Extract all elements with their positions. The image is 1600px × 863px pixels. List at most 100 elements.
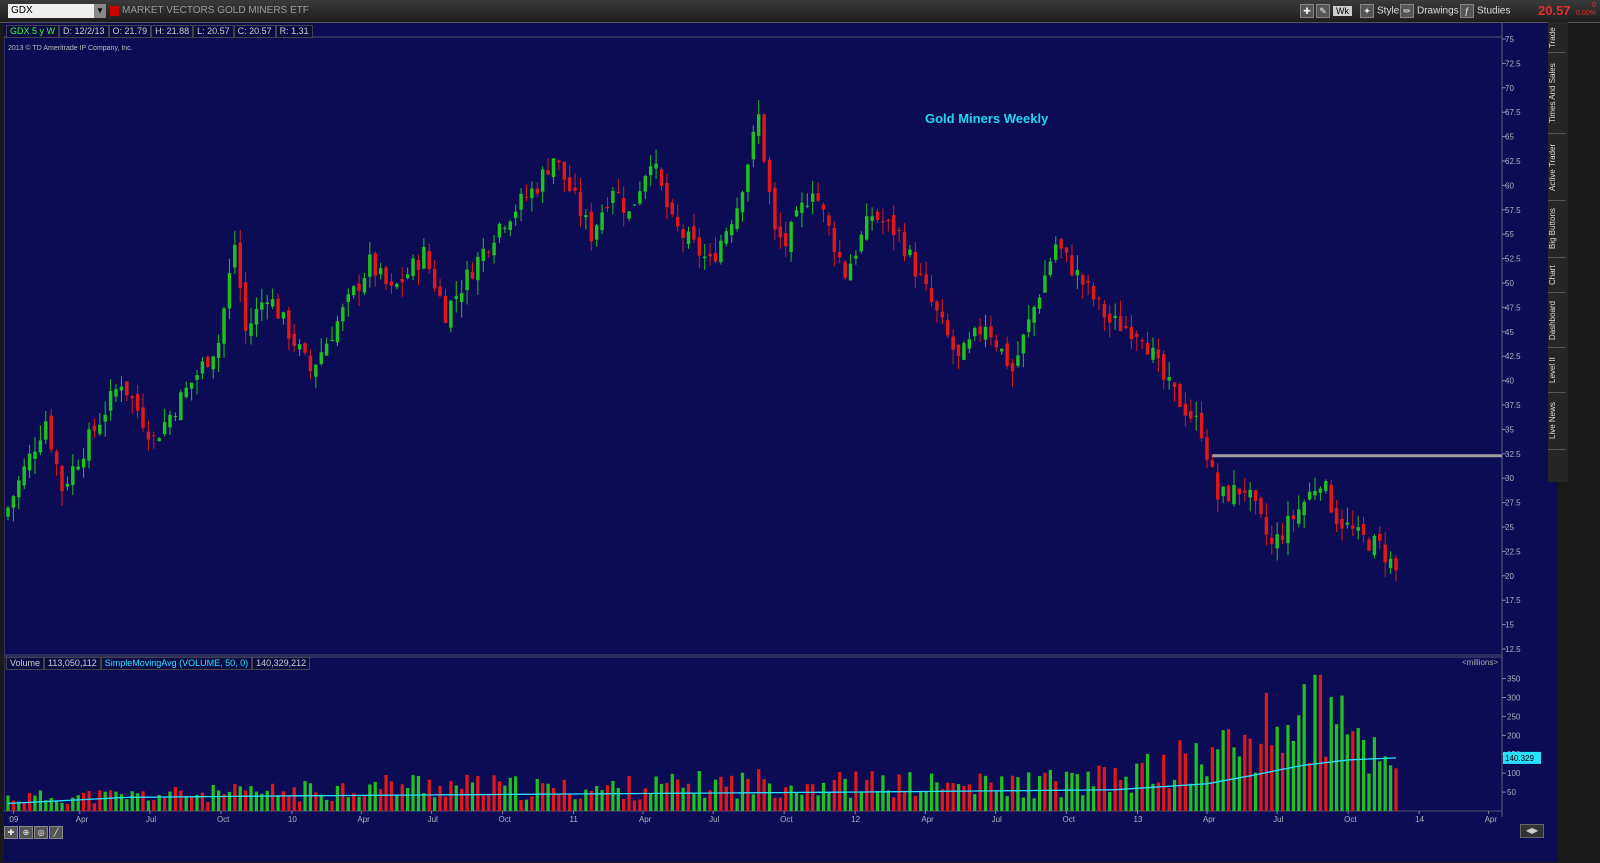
candle-body xyxy=(702,256,707,259)
sma-label[interactable]: SimpleMovingAvg (VOLUME, 50, 0) xyxy=(100,657,253,670)
x-tick-label: Jul xyxy=(709,815,719,824)
volume-bar xyxy=(141,791,145,811)
candlestick xyxy=(411,254,415,280)
candlestick xyxy=(1010,359,1015,387)
studies-button[interactable]: ƒ Studies xyxy=(1460,4,1510,18)
candlestick xyxy=(1097,296,1101,310)
candlestick xyxy=(659,167,664,191)
candlestick xyxy=(870,207,874,231)
side-tab-level-ii[interactable]: Level II xyxy=(1548,348,1566,393)
candle-body xyxy=(179,392,183,421)
candlestick xyxy=(44,410,48,445)
candlestick xyxy=(951,329,955,365)
side-tab-big-buttons[interactable]: Big Buttons xyxy=(1548,201,1566,258)
symbol-input[interactable]: GDX xyxy=(8,4,98,18)
scroll-buttons[interactable]: ◀▶ xyxy=(1520,824,1544,838)
volume-bar xyxy=(1221,730,1225,811)
price-tick-label: 70 xyxy=(1505,84,1514,93)
style-button[interactable]: ✦ Style xyxy=(1360,4,1399,18)
volume-bar xyxy=(49,797,53,811)
crosshair-tool-button[interactable]: ✚ xyxy=(1300,4,1317,18)
side-tab-active-trader[interactable]: Active Trader xyxy=(1548,134,1566,201)
candlestick xyxy=(1070,244,1074,277)
candlestick xyxy=(11,494,16,522)
side-tab-dashboard[interactable]: Dashboard xyxy=(1548,293,1566,348)
candlestick xyxy=(1334,500,1339,532)
candle-body xyxy=(216,342,221,358)
candlestick xyxy=(751,125,756,168)
candle-body xyxy=(1372,535,1377,556)
magnifier-icon[interactable]: ◎ xyxy=(34,826,48,839)
candlestick xyxy=(1054,236,1058,263)
brush-icon: ✦ xyxy=(1360,4,1374,18)
volume-bar xyxy=(1097,765,1101,811)
candlestick xyxy=(513,204,518,226)
candlestick xyxy=(762,113,766,164)
candlestick xyxy=(6,505,10,521)
volume-bar xyxy=(217,790,221,811)
volume-bar xyxy=(649,793,653,811)
side-tab-live-news[interactable]: Live News xyxy=(1548,393,1566,450)
volume-bar xyxy=(130,791,134,811)
candle-body xyxy=(567,177,572,192)
candle-body xyxy=(724,231,729,244)
candle-body xyxy=(1135,333,1139,337)
volume-bar xyxy=(973,794,977,811)
candlestick xyxy=(368,242,372,288)
candlestick xyxy=(211,355,215,379)
chart-area[interactable]: 75 72.5 70 67.5 65 62.5 60 57.5 55 52.5 50 47.5 45 42… xyxy=(4,23,1558,862)
volume-bar xyxy=(146,800,151,811)
pencil-tool-button[interactable]: ✎ xyxy=(1316,4,1333,18)
candle-body xyxy=(314,364,318,377)
candlestick xyxy=(800,192,804,228)
candle-body xyxy=(1162,354,1166,380)
price-tick-label: 15 xyxy=(1505,621,1514,630)
candlestick xyxy=(881,208,885,235)
volume-bar xyxy=(1178,740,1182,811)
drawings-button[interactable]: ✏ Drawings xyxy=(1400,4,1459,18)
candlestick xyxy=(746,163,750,202)
candle-body xyxy=(130,396,134,399)
volume-bar xyxy=(541,783,545,811)
side-tab-chart[interactable]: Chart xyxy=(1548,258,1566,293)
pan-icon[interactable]: ✚ xyxy=(4,826,18,839)
candlestick xyxy=(1367,536,1371,552)
candlestick xyxy=(130,394,134,414)
candle-body xyxy=(854,255,858,259)
bar-date: D: 12/2/13 xyxy=(59,25,109,38)
candle-body xyxy=(303,343,307,353)
volume-bar xyxy=(1243,734,1247,811)
x-tick-label: Jul xyxy=(1273,815,1283,824)
candle-body xyxy=(276,298,280,319)
volume-label[interactable]: Volume xyxy=(6,657,45,670)
chart-svg: 75 72.5 70 67.5 65 62.5 60 57.5 55 52.5 50 47.5 45 42… xyxy=(4,23,1541,824)
volume-value: 113,050,112 xyxy=(44,657,101,670)
candlestick xyxy=(1313,477,1317,500)
candlestick xyxy=(843,260,847,281)
price-tick-label: 32.5 xyxy=(1505,450,1521,459)
line-tool-icon[interactable]: ╱ xyxy=(49,826,63,839)
volume-bar xyxy=(859,791,863,811)
candlestick xyxy=(373,251,377,287)
candlestick xyxy=(600,204,604,234)
candle-body xyxy=(1081,275,1085,285)
chart-title: Gold Miners Weekly xyxy=(925,111,1049,126)
candle-body xyxy=(114,389,118,397)
candlestick xyxy=(1226,484,1231,503)
zoom-icon[interactable]: ⊕ xyxy=(19,826,33,839)
side-tab-times-and-sales[interactable]: Times And Sales xyxy=(1548,53,1566,134)
candlestick xyxy=(1162,350,1166,390)
candle-body xyxy=(1194,415,1198,417)
volume-bar xyxy=(1280,752,1285,811)
volume-bar xyxy=(438,785,442,811)
symbol-period[interactable]: GDX 5 y W xyxy=(6,25,60,38)
candlestick xyxy=(227,258,232,320)
side-tab-trade[interactable]: Trade xyxy=(1548,24,1566,53)
volume-bar xyxy=(1259,743,1263,811)
candlestick xyxy=(416,254,421,286)
candlestick xyxy=(935,300,939,323)
symbol-dropdown-icon[interactable]: ▼ xyxy=(94,4,106,18)
volume-bar xyxy=(1324,756,1328,811)
pencil-icon: ✎ xyxy=(1316,4,1330,18)
aggregation-button[interactable]: Wk xyxy=(1333,4,1352,18)
